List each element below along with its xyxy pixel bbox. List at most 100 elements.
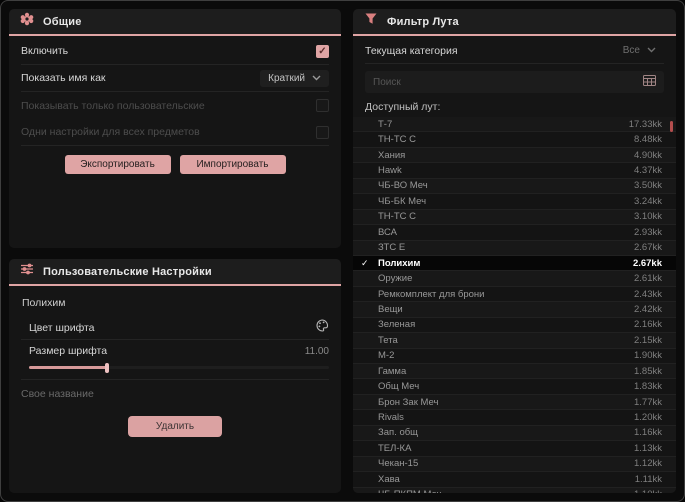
loot-value: 2.16kk: [634, 319, 662, 331]
list-item[interactable]: ТН-ТС С 8.48kk: [353, 132, 676, 148]
loot-name: ТН-ТС С: [378, 211, 416, 223]
loot-value: 2.42kk: [634, 303, 662, 315]
list-item[interactable]: Hawk 4.37kk: [353, 163, 676, 179]
panel-title: Общие: [43, 15, 82, 28]
loot-name: Вещи: [378, 303, 403, 315]
list-item[interactable]: Тета 2.15kk: [353, 333, 676, 349]
list-item[interactable]: Гамма 1.85kk: [353, 364, 676, 380]
same-settings-label: Одни настройки для всех предметов: [21, 126, 200, 138]
delete-button[interactable]: Удалить: [128, 416, 222, 437]
loot-name: Хания: [378, 149, 406, 161]
palette-icon[interactable]: [316, 318, 329, 337]
list-item[interactable]: ЧБ-БК Меч 3.24kk: [353, 194, 676, 210]
loot-name: Брон Зак Меч: [378, 396, 439, 408]
loot-list-label: Доступный лут:: [365, 101, 441, 113]
loot-value: 2.61kk: [634, 273, 662, 285]
loot-value: 4.90kk: [634, 149, 662, 161]
show-name-dropdown[interactable]: Краткий: [260, 69, 329, 87]
list-item[interactable]: Вещи 2.42kk: [353, 302, 676, 318]
category-label: Текущая категория: [365, 44, 458, 57]
chevron-down-icon: [647, 45, 656, 56]
loot-name: Хава: [378, 473, 400, 485]
export-button[interactable]: Экспортировать: [64, 155, 171, 174]
loot-name: ЗТС Е: [378, 242, 406, 254]
loot-list-wrap: Т-7 17.33kk ТН-ТС С 8.48kk Хания 4.90kk Hawk 4.…: [353, 117, 676, 493]
loot-name: Чекан-15: [378, 458, 419, 470]
selected-check-icon: ✓: [361, 257, 369, 268]
loot-name: ЧБ-БК Меч: [378, 195, 427, 207]
loot-value: 1.13kk: [634, 442, 662, 454]
search-input[interactable]: [373, 76, 637, 88]
list-item[interactable]: ТЕЛ-КА 1.13kk: [353, 441, 676, 457]
list-item[interactable]: Т-7 17.33kk: [353, 117, 676, 133]
list-item[interactable]: ЗТС Е 2.67kk: [353, 240, 676, 256]
list-item[interactable]: Зеленая 2.16kk: [353, 317, 676, 334]
only-custom-row: Показывать только пользовательские: [21, 92, 329, 119]
list-item[interactable]: Оружие 2.61kk: [353, 271, 676, 287]
list-item[interactable]: ВСА 2.93kk: [353, 225, 676, 241]
list-item[interactable]: Общ Меч 1.83kk: [353, 379, 676, 395]
loot-value: 2.67kk: [632, 257, 662, 269]
loot-filter-panel: Фильтр Лута Текущая категория Все Досту: [353, 9, 676, 493]
loot-value: 3.50kk: [634, 180, 662, 192]
table-icon[interactable]: [643, 73, 656, 91]
font-size-label: Размер шрифта: [29, 345, 108, 357]
panel-title: Пользовательские Настройки: [43, 265, 212, 278]
mod-settings-window: Общие Включить ✓ Показать имя как Кратки…: [0, 0, 685, 502]
custom-name-input[interactable]: [21, 380, 329, 408]
export-import-row: Экспортировать Импортировать: [21, 146, 329, 178]
loot-value: 1.10kk: [634, 489, 662, 493]
custom-settings-header: Пользовательские Настройки: [9, 259, 341, 286]
slider-thumb[interactable]: [105, 363, 109, 373]
loot-name: Rivals: [378, 412, 404, 424]
show-name-row: Показать имя как Краткий: [21, 65, 329, 92]
font-color-label: Цвет шрифта: [29, 321, 95, 334]
sliders-icon: [20, 262, 34, 281]
list-item[interactable]: ЧБ-ВО Меч 3.50kk: [353, 178, 676, 195]
list-item[interactable]: Зап. общ 1.16kk: [353, 425, 676, 442]
loot-value: 2.67kk: [634, 242, 662, 254]
list-item[interactable]: Rivals 1.20kk: [353, 410, 676, 426]
list-item[interactable]: ЧБ-ПКПМ Меч1.10kk: [353, 487, 676, 493]
loot-value: 1.77kk: [634, 396, 662, 408]
selected-item-name: Полихим: [22, 297, 66, 309]
list-item[interactable]: ТН-ТС С 3.10kk: [353, 209, 676, 226]
same-settings-checkbox[interactable]: [316, 125, 329, 139]
loot-value: 4.37kk: [634, 165, 662, 177]
font-size-slider-fill: [29, 366, 107, 369]
loot-value: 1.11kk: [634, 473, 662, 485]
loot-value: 1.90kk: [634, 350, 662, 362]
chevron-down-icon: [312, 73, 321, 84]
font-color-row[interactable]: Цвет шрифта: [21, 316, 329, 340]
only-custom-checkbox[interactable]: [316, 99, 329, 112]
loot-name: Тета: [378, 334, 398, 346]
enable-checkbox[interactable]: ✓: [316, 44, 329, 58]
loot-name: Оружие: [378, 273, 413, 285]
font-size-value: 11.00: [304, 345, 329, 357]
list-item[interactable]: М-2 1.90kk: [353, 348, 676, 364]
show-name-label: Показать имя как: [21, 72, 106, 84]
loot-value: 2.43kk: [634, 288, 662, 300]
loot-value: 8.48kk: [634, 134, 662, 146]
flower-icon: [20, 12, 34, 31]
loot-filter-header: Фильтр Лута: [353, 9, 676, 36]
category-dropdown[interactable]: Все: [615, 42, 664, 59]
list-item[interactable]: Хава 1.11kk: [353, 472, 676, 488]
loot-list: Т-7 17.33kk ТН-ТС С 8.48kk Хания 4.90kk Hawk 4.…: [353, 117, 676, 493]
loot-name: Hawk: [378, 165, 402, 177]
list-item[interactable]: Ремкомплект для брони 2.43kk: [353, 286, 676, 303]
list-item[interactable]: Хания 4.90kk: [353, 147, 676, 164]
scrollbar-thumb[interactable]: [670, 121, 673, 132]
font-size-slider[interactable]: [29, 363, 329, 373]
left-column: Общие Включить ✓ Показать имя как Кратки…: [9, 9, 341, 493]
list-item[interactable]: Чекан-15 1.12kk: [353, 456, 676, 473]
only-custom-label: Показывать только пользовательские: [21, 99, 205, 112]
loot-value: 3.10kk: [634, 211, 662, 223]
list-item[interactable]: Брон Зак Меч 1.77kk: [353, 394, 676, 411]
general-panel: Общие Включить ✓ Показать имя как Кратки…: [9, 9, 341, 248]
loot-value: 1.83kk: [634, 381, 662, 393]
import-button[interactable]: Импортировать: [179, 155, 286, 174]
right-column: Фильтр Лута Текущая категория Все Досту: [353, 9, 676, 493]
list-item[interactable]: ✓ Полихим 2.67kk: [353, 255, 676, 272]
custom-settings-body: Полихим Цвет шрифта Размер шрифта 11.00: [9, 286, 341, 493]
